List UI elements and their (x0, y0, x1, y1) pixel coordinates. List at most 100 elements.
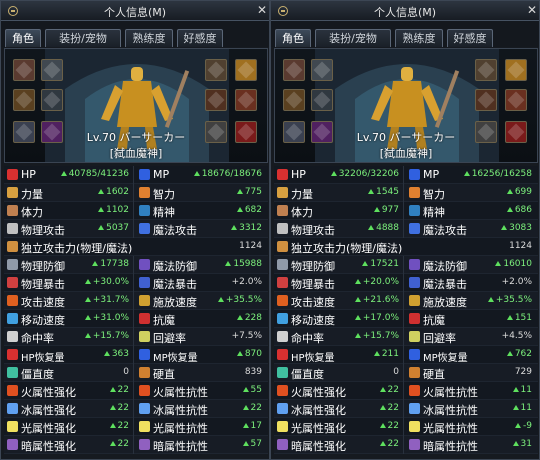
tab-favorability[interactable]: 好感度 (447, 29, 493, 47)
stat-label: 光属性强化 (21, 422, 76, 435)
stat-value: +21.6% (362, 295, 399, 305)
stat-cell: 魔法防御 16010 (406, 256, 536, 274)
window-title: 个人信息(M) (103, 6, 167, 19)
increase-arrow-icon (374, 351, 380, 356)
stat-row: 火属性强化 22 火属性抗性 55 (4, 382, 268, 400)
stat-cell: 冰属性强化 22 (274, 400, 404, 418)
equip-slot-bracelet-icon[interactable] (235, 59, 257, 81)
increase-arrow-icon (110, 441, 116, 446)
stat-label: 火属性强化 (291, 386, 346, 399)
stat-cell: 冰属性抗性 22 (136, 400, 266, 418)
stat-cell: 火属性强化 22 (4, 382, 134, 400)
stat-value: 57 (250, 439, 262, 449)
stat-value: 729 (514, 367, 532, 377)
character-info-window-left: 个人信息(M) ✕ 角色 装扮/宠物 熟练度 好感度 Lv.70 バーサーカー … (0, 0, 270, 460)
stat-cell: 回避率 +4.5% (406, 328, 536, 346)
equip-slot-title-icon[interactable] (205, 59, 227, 81)
increase-arrow-icon (243, 405, 249, 410)
ice-resist-icon (139, 403, 150, 414)
stat-value: +31.0% (92, 313, 129, 323)
increase-arrow-icon (380, 405, 386, 410)
equip-slot-necklace-icon[interactable] (205, 89, 227, 111)
title-bar[interactable]: 个人信息(M) ✕ (1, 1, 269, 21)
stat-value: 1124 (509, 241, 532, 251)
tab-avatar-pet[interactable]: 装扮/宠物 (315, 29, 391, 47)
character-title: [弑血魔神] (379, 147, 433, 160)
stat-cell: 回避率 +7.5% (136, 328, 266, 346)
stat-value: +2.0% (231, 277, 262, 287)
stat-value: 1102 (106, 205, 129, 215)
stat-cell: 施放速度 +35.5% (136, 292, 266, 310)
equip-slot-bracelet-icon[interactable] (505, 59, 527, 81)
close-icon[interactable]: ✕ (525, 3, 539, 17)
close-icon[interactable]: ✕ (255, 3, 269, 17)
tab-character[interactable]: 角色 (5, 29, 41, 47)
stat-value: +4.5% (501, 331, 532, 341)
vitality-icon (7, 205, 18, 216)
stat-label: HP (291, 168, 306, 181)
stat-label: 移动速度 (291, 314, 335, 327)
stat-value: 17521 (370, 259, 399, 269)
intelligence-icon (409, 187, 420, 198)
stat-row: 物理攻击 5037 魔法攻击 3312 (4, 220, 268, 238)
increase-arrow-icon (368, 189, 374, 194)
increase-arrow-icon (218, 297, 224, 302)
tab-proficiency[interactable]: 熟练度 (125, 29, 173, 47)
character-equipment-area: Lv.70 バーサーカー [弑血魔神] (4, 48, 268, 163)
phys-crit-icon (7, 277, 18, 288)
equip-slot-shoulder-icon[interactable] (283, 59, 305, 81)
stat-value: 22 (117, 439, 129, 449)
ice-resist-icon (409, 403, 420, 414)
stat-label: MP (153, 168, 170, 181)
stat-row: 火属性强化 22 火属性抗性 11 (274, 382, 538, 400)
stat-cell: 物理攻击 4888 (274, 220, 404, 238)
stat-cell: 魔法攻击 3312 (136, 220, 266, 238)
stat-label: 独立攻击力(物理/魔法) (291, 242, 403, 255)
stat-cell: 物理暴击 +20.0% (274, 274, 404, 292)
stat-cell: 力量 1545 (274, 184, 404, 202)
stat-label: 抗魔 (423, 314, 445, 327)
stat-cell: 物理防御 17521 (274, 256, 404, 274)
stat-value: 775 (244, 187, 262, 197)
equip-slot-ring-icon[interactable] (235, 89, 257, 111)
stat-cell: 暗属性强化 22 (274, 436, 404, 454)
stat-label: MP恢复量 (153, 353, 198, 364)
tab-avatar-pet[interactable]: 装扮/宠物 (45, 29, 121, 47)
intelligence-icon (139, 187, 150, 198)
tab-proficiency[interactable]: 熟练度 (395, 29, 443, 47)
equip-slot-belt-icon[interactable] (283, 89, 305, 111)
equip-slot-top-icon[interactable] (311, 59, 333, 81)
tab-bar: 角色 装扮/宠物 熟练度 好感度 (271, 21, 539, 47)
stat-value: -9 (523, 421, 532, 431)
stat-value: 22 (387, 385, 399, 395)
window-title: 个人信息(M) (373, 6, 437, 19)
increase-arrow-icon (237, 189, 243, 194)
equip-slot-bottom-icon[interactable] (41, 89, 63, 111)
increase-arrow-icon (110, 423, 116, 428)
tab-character[interactable]: 角色 (275, 29, 311, 47)
equip-slot-bottom-icon[interactable] (311, 89, 333, 111)
increase-arrow-icon (507, 351, 513, 356)
increase-arrow-icon (380, 387, 386, 392)
stat-row: 力量 1545 智力 699 (274, 184, 538, 202)
equip-slot-belt-icon[interactable] (13, 89, 35, 111)
stat-label: 物理攻击 (21, 224, 65, 237)
equip-slot-shoulder-icon[interactable] (13, 59, 35, 81)
stat-value: 151 (514, 313, 532, 323)
hit-rate-icon (277, 331, 288, 342)
equip-slot-title-icon[interactable] (475, 59, 497, 81)
stat-cell: 暗属性抗性 31 (406, 436, 536, 454)
stat-value: 977 (381, 205, 399, 215)
magic-attack-icon (139, 223, 150, 234)
equip-slot-necklace-icon[interactable] (475, 89, 497, 111)
equip-slot-top-icon[interactable] (41, 59, 63, 81)
equip-slot-ring-icon[interactable] (505, 89, 527, 111)
stat-cell: 硬直 839 (136, 364, 266, 382)
title-bar[interactable]: 个人信息(M) ✕ (271, 1, 539, 21)
tab-favorability[interactable]: 好感度 (177, 29, 223, 47)
stat-cell: 暗属性抗性 57 (136, 436, 266, 454)
character-level-class: Lv.70 バーサーカー (356, 131, 456, 144)
stat-label: 魔法暴击 (423, 278, 467, 291)
increase-arrow-icon (355, 315, 361, 320)
phys-defense-icon (277, 259, 288, 270)
